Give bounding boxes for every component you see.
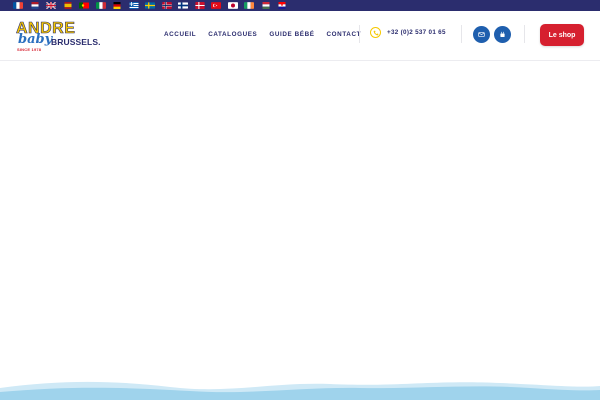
- spain-flag-icon[interactable]: [63, 2, 73, 9]
- france-flag-icon[interactable]: [13, 2, 23, 9]
- email-icon: [478, 31, 485, 38]
- header-divider: [524, 25, 525, 43]
- logo-brussels-text: BRUSSELS.: [51, 37, 101, 47]
- email-button[interactable]: [473, 26, 490, 43]
- nav-contact[interactable]: CONTACT: [327, 31, 362, 38]
- main-navigation: ACCUEIL CATALOGUES GUIDE BÉBÉ CONTACT: [164, 31, 361, 38]
- andre-baby-brussels-logo[interactable]: ANDRE baby BRUSSELS. SINCE 1978: [14, 19, 101, 55]
- netherlands-flag-icon[interactable]: [30, 2, 40, 9]
- youtube-button[interactable]: [494, 26, 511, 43]
- youtube-icon: [499, 31, 506, 38]
- denmark-flag-icon[interactable]: [194, 2, 205, 9]
- finland-flag-icon[interactable]: [178, 2, 188, 9]
- germany-flag-icon[interactable]: [112, 2, 122, 9]
- uk-flag-icon[interactable]: [46, 2, 56, 9]
- site-header: ANDRE baby BRUSSELS. SINCE 1978 ACCUEIL …: [0, 11, 600, 61]
- portugal-flag-icon[interactable]: [79, 2, 89, 9]
- phone-number: +32 (0)2 537 01 65: [387, 29, 446, 36]
- norway-flag-icon[interactable]: [161, 2, 172, 9]
- nav-accueil[interactable]: ACCUEIL: [164, 31, 196, 38]
- hungary-flag-icon[interactable]: [261, 2, 271, 9]
- greece-flag-icon[interactable]: [129, 2, 139, 9]
- nav-catalogues[interactable]: CATALOGUES: [208, 31, 257, 38]
- language-flags: [13, 2, 287, 9]
- logo-baby-text: baby: [18, 32, 53, 47]
- phone-icon: [370, 27, 381, 38]
- header-divider: [461, 25, 462, 43]
- croatia-flag-icon[interactable]: [277, 2, 287, 9]
- phone-contact[interactable]: +32 (0)2 537 01 65: [370, 27, 446, 38]
- le-shop-button[interactable]: Le shop: [540, 24, 584, 46]
- italy-flag-icon[interactable]: [95, 2, 106, 9]
- japan-flag-icon[interactable]: [227, 2, 238, 9]
- language-flag-bar: [0, 0, 600, 11]
- sweden-flag-icon[interactable]: [145, 2, 155, 9]
- decorative-waves: [0, 381, 600, 400]
- header-divider: [359, 25, 360, 43]
- turkey-flag-icon[interactable]: [211, 2, 221, 9]
- logo-since-text: SINCE 1978: [17, 47, 42, 52]
- nav-guide-bebe[interactable]: GUIDE BÉBÉ: [269, 31, 314, 38]
- ireland-flag-icon[interactable]: [244, 2, 254, 9]
